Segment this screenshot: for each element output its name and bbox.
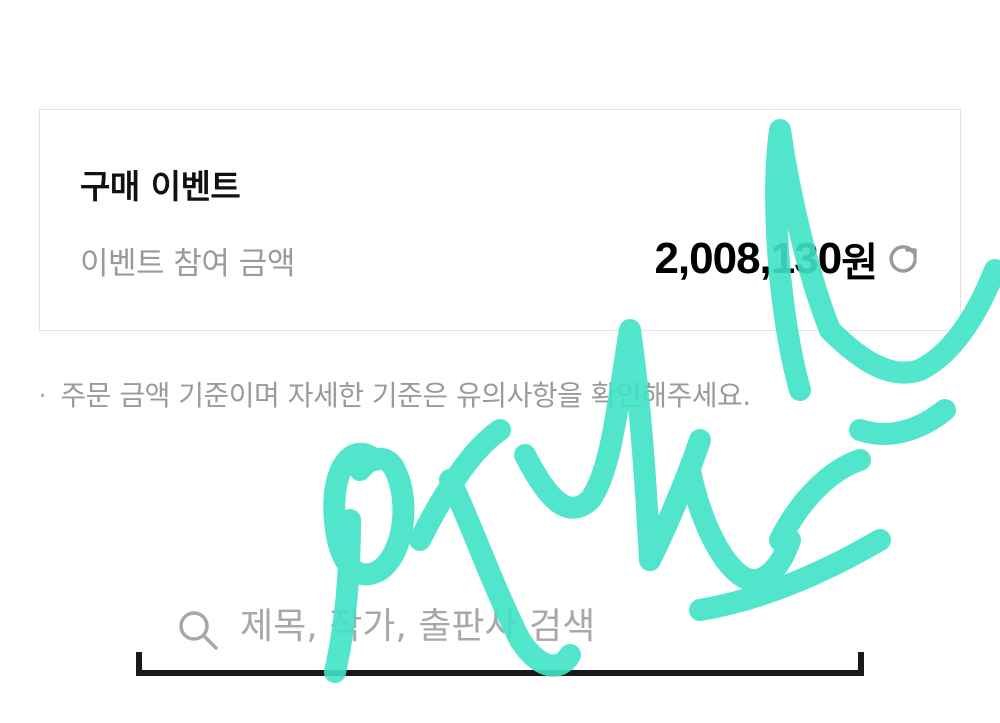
refresh-icon[interactable] (884, 239, 924, 279)
event-amount-label: 이벤트 참여 금액 (80, 246, 295, 282)
search-icon (176, 608, 220, 652)
purchase-event-card: 구매 이벤트 이벤트 참여 금액 2,008,130 원 (39, 109, 961, 331)
search-underline (136, 652, 864, 676)
signature-stroke-8 (769, 449, 871, 551)
notice-text: · 주문 금액 기준이며 자세한 기준은 유의사항을 확인해주세요. (38, 374, 751, 414)
event-amount-group: 2,008,130 원 (654, 230, 924, 288)
notice-bullet: · (38, 379, 47, 412)
signature-stroke-1 (323, 442, 415, 586)
signature-stroke-11 (849, 399, 956, 445)
event-amount-value: 2,008,130 (654, 234, 842, 283)
signature-stroke-6 (639, 429, 711, 571)
event-amount-unit: 원 (841, 240, 878, 286)
signature-stroke-7 (679, 459, 801, 591)
signature-stroke-3 (409, 419, 511, 551)
notice-message: 주문 금액 기준이며 자세한 기준은 유의사항을 확인해주세요. (60, 379, 751, 412)
search-input[interactable] (240, 598, 800, 654)
signature-stroke-5 (514, 319, 661, 571)
search-bar[interactable] (136, 590, 864, 690)
event-title: 구매 이벤트 (80, 167, 241, 206)
